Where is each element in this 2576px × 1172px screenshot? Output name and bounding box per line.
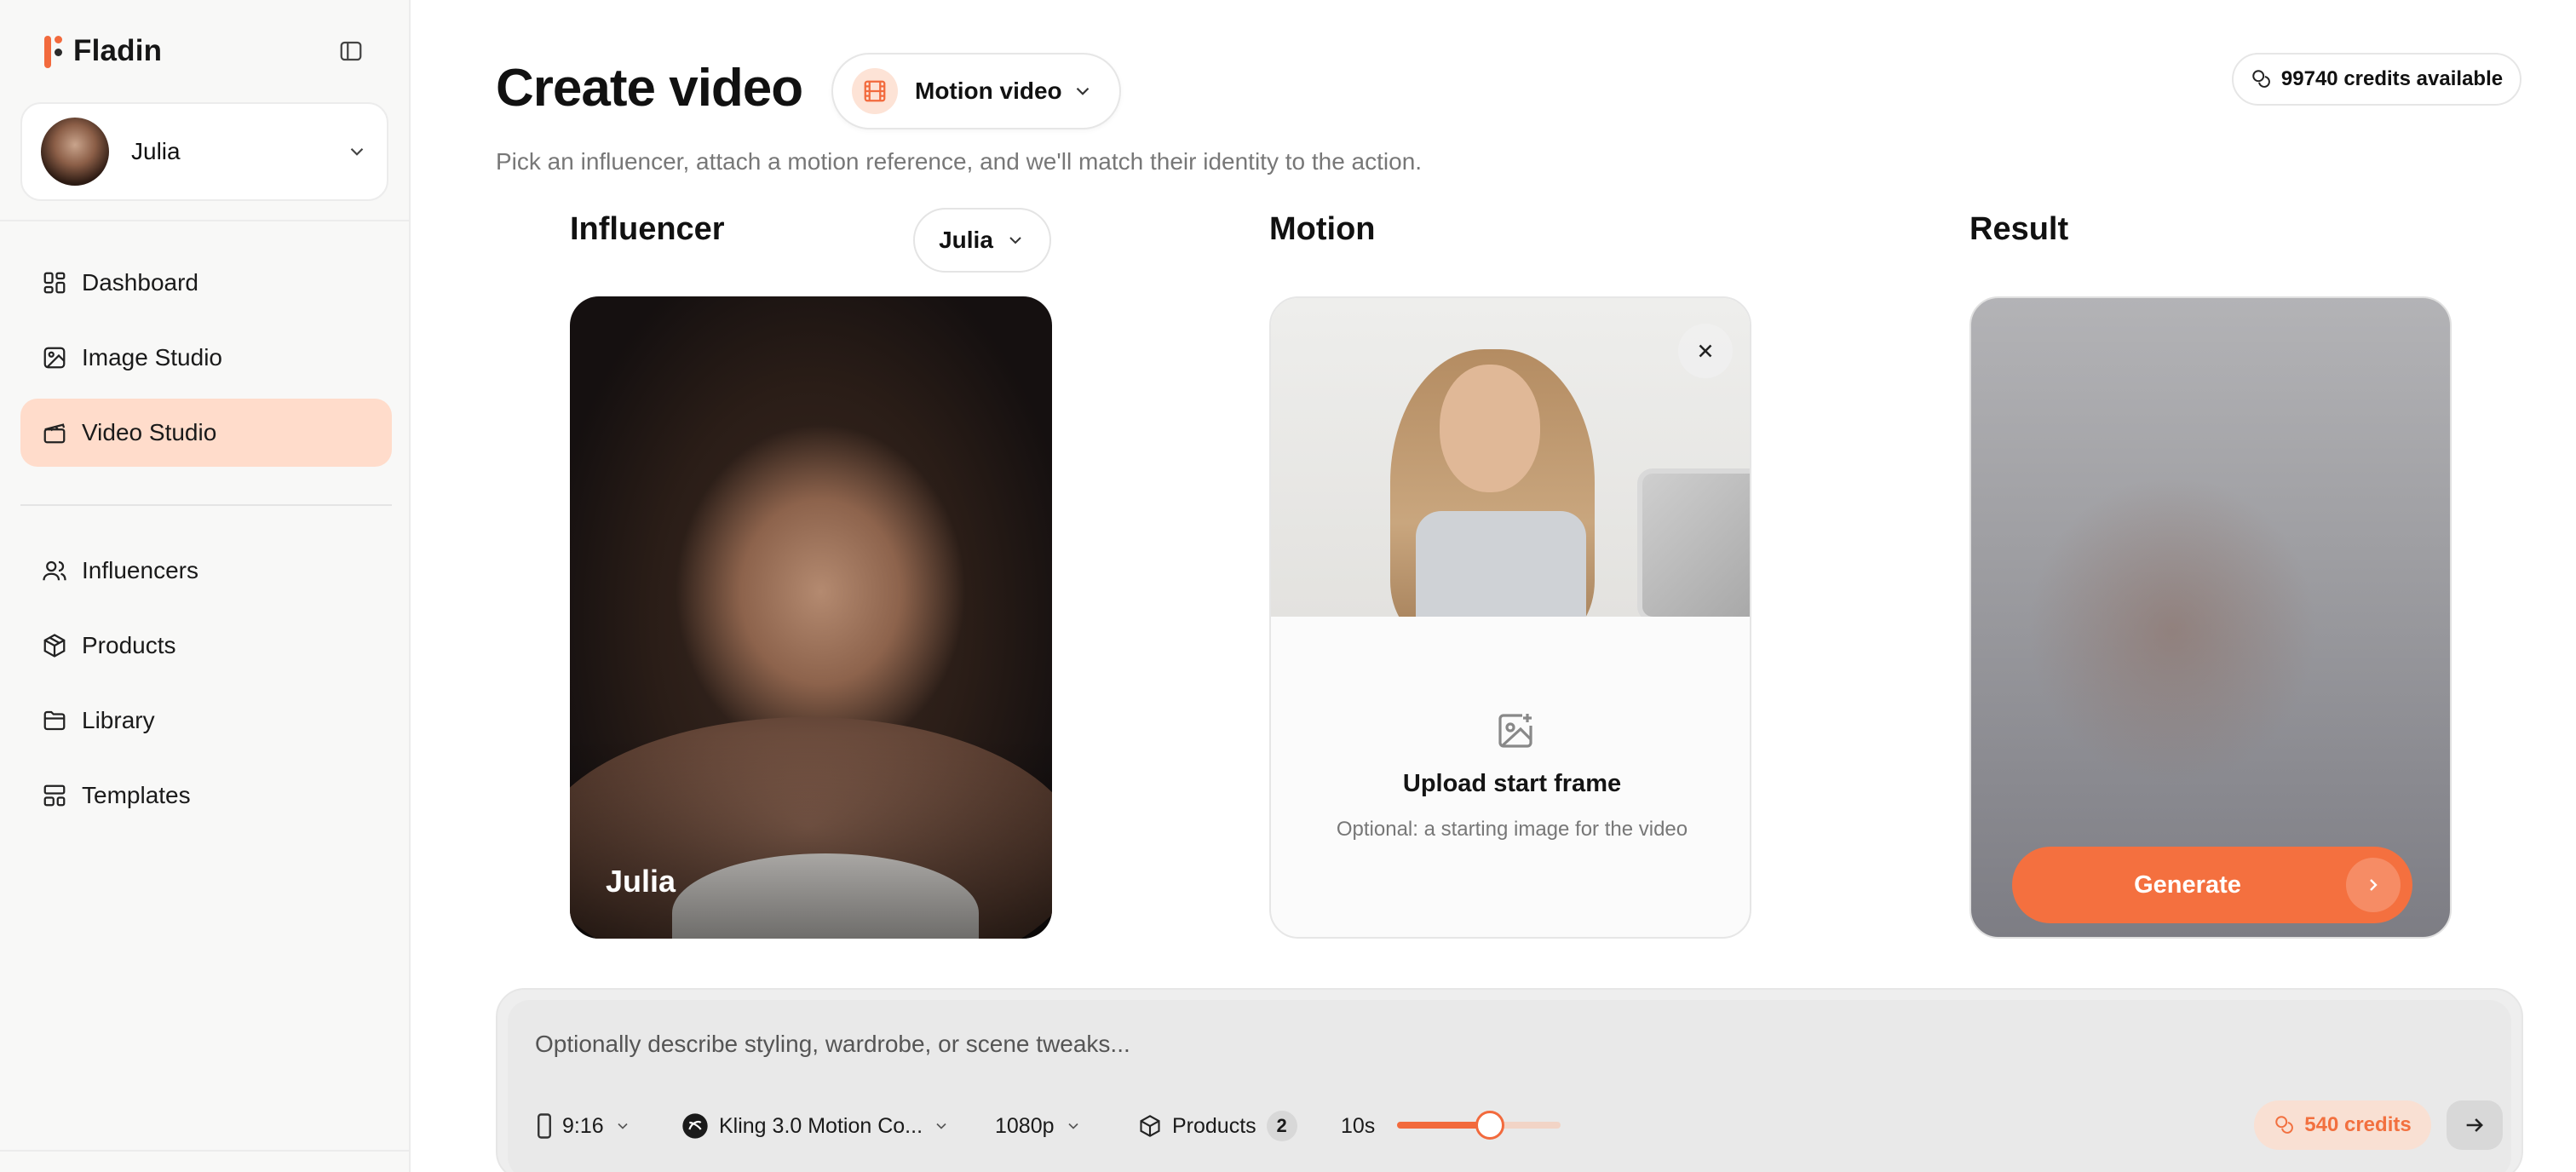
sidebar-separator xyxy=(0,220,411,221)
aspect-ratio-value: 9:16 xyxy=(562,1113,604,1138)
duration-slider[interactable] xyxy=(1397,1111,1561,1140)
influencer-photo-card[interactable]: Julia xyxy=(570,296,1052,939)
templates-icon xyxy=(39,780,70,811)
duration-label: 10s xyxy=(1341,1102,1375,1150)
brand[interactable]: Fladin xyxy=(41,31,162,72)
result-preview-card: Generate xyxy=(1969,296,2452,939)
generation-cost-text: 540 credits xyxy=(2304,1113,2412,1136)
arrow-right-icon xyxy=(2466,1118,2483,1132)
sidebar-footer-separator xyxy=(0,1150,411,1152)
coins-icon xyxy=(2252,70,2270,88)
model-select[interactable]: Kling 3.0 Motion Co... xyxy=(681,1102,950,1150)
sidebar-item-influencers[interactable]: Influencers xyxy=(20,537,392,605)
sidebar-toggle-icon xyxy=(340,41,362,61)
chevron-down-icon xyxy=(1009,237,1021,244)
chevron-down-icon xyxy=(1076,87,1090,95)
influencer-select[interactable]: Julia xyxy=(913,208,1051,273)
page-subtitle: Pick an influencer, attach a motion refe… xyxy=(496,148,1423,175)
sidebar-item-label: Influencers xyxy=(82,557,198,583)
remove-motion-button[interactable] xyxy=(1678,324,1733,378)
user-switcher[interactable]: Julia xyxy=(20,102,388,201)
sidebar-item-video-studio[interactable]: Video Studio xyxy=(20,399,392,467)
sidebar-item-label: Video Studio xyxy=(82,419,217,445)
chevron-down-icon xyxy=(618,1123,628,1129)
products-select[interactable]: Products 2 xyxy=(1138,1102,1297,1150)
duration-value: 10s xyxy=(1341,1113,1376,1138)
mode-dropdown[interactable]: Motion video xyxy=(831,53,1121,129)
close-icon xyxy=(1699,344,1712,358)
chevron-down-icon xyxy=(350,147,364,156)
prompt-panel: 9:16 Kling 3.0 Motion Co... 1080p Produc… xyxy=(496,988,2523,1172)
credits-text: 99740 credits available xyxy=(2280,67,2504,90)
sidebar-item-label: Dashboard xyxy=(82,269,198,296)
upload-title: Upload start frame xyxy=(1402,770,1622,797)
sidebar-item-label: Library xyxy=(82,707,155,733)
video-icon xyxy=(39,417,70,448)
upload-hint: Optional: a starting image for the video xyxy=(1336,818,1688,841)
generate-label: Generate xyxy=(2134,870,2241,899)
duration-slider-thumb[interactable] xyxy=(1475,1111,1505,1140)
sidebar-toggle-button[interactable] xyxy=(334,34,368,68)
film-icon xyxy=(852,68,898,114)
sidebar-item-label: Image Studio xyxy=(82,344,222,371)
prompt-input[interactable] xyxy=(535,1026,2068,1063)
kling-model-icon xyxy=(682,1113,708,1139)
sidebar-item-label: Templates xyxy=(82,782,191,808)
chevron-down-icon xyxy=(936,1123,946,1129)
credits-balance[interactable]: 99740 credits available xyxy=(2232,53,2521,106)
sidebar-item-products[interactable]: Products xyxy=(20,612,392,680)
chevron-right-icon xyxy=(2346,858,2401,912)
user-name: Julia xyxy=(131,138,181,164)
resolution-value: 1080p xyxy=(995,1113,1055,1138)
generate-button[interactable]: Generate xyxy=(2012,847,2412,923)
image-add-icon xyxy=(1498,714,1532,748)
sidebar: Fladin Julia Dashboard Image Studio Vide… xyxy=(0,0,411,1172)
page-title: Create video xyxy=(496,59,803,118)
brand-name: Fladin xyxy=(73,34,163,67)
aspect-ratio-select[interactable]: 9:16 xyxy=(537,1102,631,1150)
image-icon xyxy=(39,342,70,373)
influencer-column-title: Influencer xyxy=(570,211,725,247)
phone-portrait-icon xyxy=(538,1113,551,1139)
resolution-select[interactable]: 1080p xyxy=(995,1102,1082,1150)
sidebar-item-label: Products xyxy=(82,632,176,658)
avatar xyxy=(41,118,109,186)
products-count-badge: 2 xyxy=(1266,1111,1297,1141)
dashboard-icon xyxy=(39,267,70,298)
sidebar-item-library[interactable]: Library xyxy=(20,687,392,755)
sidebar-item-dashboard[interactable]: Dashboard xyxy=(20,249,392,317)
chevron-down-icon xyxy=(1067,1123,1078,1129)
generation-cost-badge: 540 credits xyxy=(2254,1100,2431,1150)
motion-reference-card: Upload start frame Optional: a starting … xyxy=(1269,296,1751,939)
influencer-select-value: Julia xyxy=(939,227,993,253)
sidebar-divider xyxy=(20,504,392,506)
box-icon xyxy=(1140,1115,1160,1137)
result-column-title: Result xyxy=(1969,211,2069,247)
submit-prompt-button[interactable] xyxy=(2447,1100,2503,1150)
mode-label: Motion video xyxy=(915,78,1062,104)
fladin-logo-icon xyxy=(41,32,65,70)
sidebar-item-image-studio[interactable]: Image Studio xyxy=(20,324,392,392)
box-icon xyxy=(39,630,70,661)
upload-start-frame[interactable]: Upload start frame Optional: a starting … xyxy=(1271,617,1750,937)
users-icon xyxy=(39,555,70,586)
coins-icon xyxy=(2275,1116,2294,1134)
influencer-name-tag: Julia xyxy=(606,864,676,899)
model-value: Kling 3.0 Motion Co... xyxy=(719,1113,923,1138)
folder-icon xyxy=(39,705,70,736)
sidebar-item-templates[interactable]: Templates xyxy=(20,761,392,830)
products-label: Products xyxy=(1172,1113,1256,1138)
motion-column-title: Motion xyxy=(1269,211,1376,247)
prompt-composer: 9:16 Kling 3.0 Motion Co... 1080p Produc… xyxy=(508,1000,2511,1172)
